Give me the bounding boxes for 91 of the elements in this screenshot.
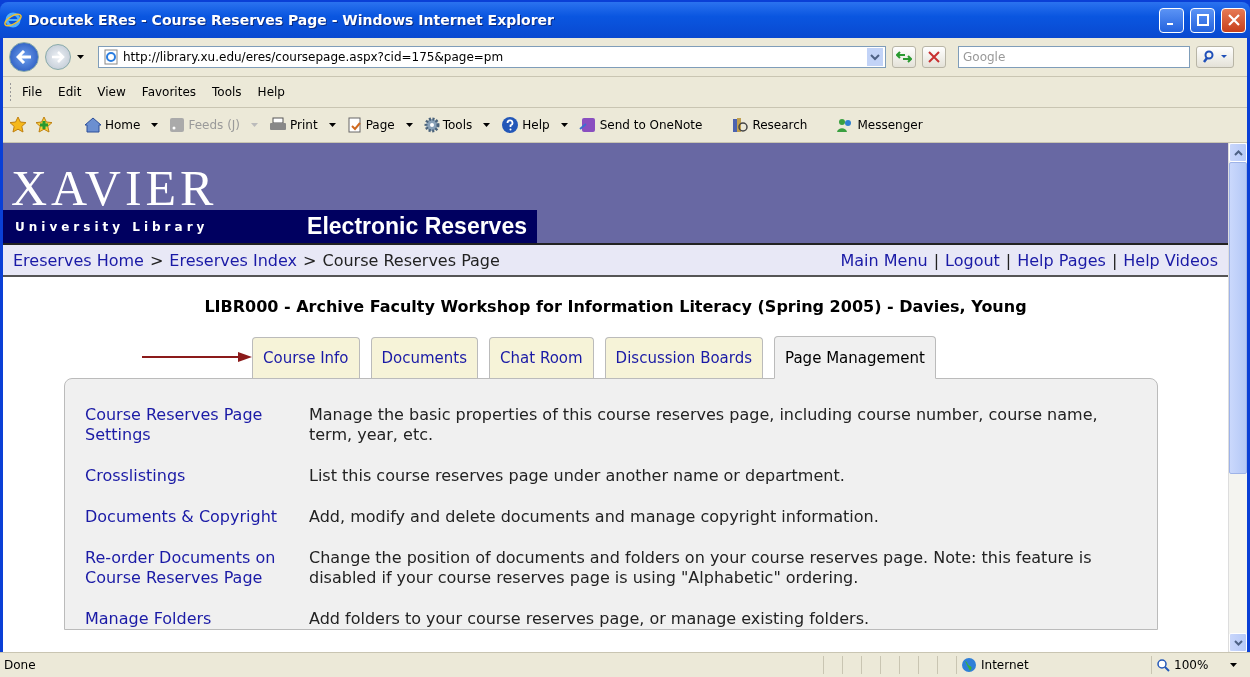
breadcrumb-link[interactable]: Ereserves Home [13,250,144,270]
forward-arrow-icon [51,51,65,63]
close-button[interactable] [1221,7,1246,33]
course-title: LIBR000 - Archive Faculty Workshop for Information Literacy (Spring 2005) - Davies, Young [203,297,1028,316]
option-link[interactable]: Documents & Copyright [85,507,287,527]
back-button[interactable] [9,42,39,72]
link-separator: | [1005,250,1012,270]
printer-icon [269,117,288,133]
breadcrumb-separator: > [303,250,317,270]
option-link[interactable]: Crosslistings [85,466,287,486]
maximize-button[interactable] [1190,7,1215,33]
stop-icon [928,51,940,63]
toolbar-button[interactable]: Help [498,116,553,134]
address-bar[interactable]: http://library.xu.edu/eres/coursepage.aspx?cid=175&page=pm [98,46,886,68]
gear-icon [423,117,440,133]
tab[interactable]: Chat Room [489,337,594,378]
menu-item[interactable]: Edit [52,85,88,99]
toolbar-button[interactable]: Research [728,117,811,133]
menu-item[interactable]: Tools [206,85,248,99]
maximize-icon [1196,14,1209,26]
search-field[interactable]: Google [958,46,1190,68]
nav-link[interactable]: Help Pages [1017,250,1106,270]
feed-icon [169,117,186,133]
browser-logo-icon [4,11,22,29]
link-separator: | [933,250,940,270]
toolbar-button[interactable]: Messenger [833,117,926,133]
breadcrumb-link[interactable]: Ereserves Index [169,250,298,270]
magnifier-icon [1156,658,1170,672]
books-icon [731,117,750,133]
menu-item[interactable]: View [91,85,132,99]
option-description: List this course reserves page under another name or department. [309,466,846,486]
minimize-button[interactable] [1159,7,1184,33]
option-description: Manage the basic properties of this course reserves page, including course number, course name, term, year, etc. [309,405,1099,445]
scroll-up-button[interactable] [1229,143,1247,162]
zoom-control[interactable]: 100% [1151,656,1246,674]
down-caret-icon [1233,639,1243,646]
toolbar-button[interactable]: Print [266,117,321,133]
tab[interactable]: Documents [370,337,479,378]
star-icon[interactable] [9,116,27,134]
option-description: Add, modify and delete documents and manage copyright information. [309,507,880,527]
link-separator: | [1111,250,1118,270]
refresh-arrows-icon [896,50,912,64]
note-icon [578,117,597,133]
globe-icon [961,657,977,673]
library-name: University Library [15,219,209,234]
dropdown-caret-icon [77,55,84,59]
up-caret-icon [1233,149,1243,156]
option-link[interactable]: Re-order Documents on Course Reserves Page [85,548,287,588]
toolbar-button[interactable]: Page [343,117,398,133]
page-icon [346,117,363,133]
toolbar-button[interactable]: Tools [420,117,476,133]
close-icon [1227,14,1240,26]
refresh-button[interactable] [892,46,916,68]
scroll-thumb[interactable] [1229,162,1247,474]
security-zone: Internet [981,658,1029,672]
grip-icon [9,83,12,101]
url-input[interactable]: http://library.xu.edu/eres/coursepage.aspx?cid=175&page=pm [123,50,863,64]
nav-link[interactable]: Main Menu [840,250,928,270]
option-link[interactable]: Manage Folders [85,609,287,629]
option-description: Add folders to your course reserves page, or manage existing folders. [309,609,871,629]
search-button[interactable] [1196,46,1234,68]
scroll-down-button[interactable] [1229,633,1247,652]
toolbar-button[interactable]: Home [81,117,144,133]
tab[interactable]: Page Management [774,336,936,379]
back-arrow-icon [16,50,32,64]
stop-button[interactable] [922,46,946,68]
menu-item[interactable]: Favorites [135,85,203,99]
toolbar-button[interactable]: Send to OneNote [575,117,706,133]
nav-link[interactable]: Logout [945,250,1000,270]
dropdown-caret-icon [1230,663,1238,667]
menu-item[interactable]: File [16,85,49,99]
section-title: Electronic Reserves [307,213,527,240]
current-page-label: Course Reserves Page [322,250,500,270]
search-icon [1201,50,1229,64]
help-icon [501,116,520,134]
logo: XAVIER [10,163,218,213]
nav-link[interactable]: Help Videos [1123,250,1218,270]
dropdown-caret-icon[interactable] [867,48,883,66]
option-description: Change the position of documents and folders on your course reserves page. Note: this feature is disabled if your course reserves page is using "Alphabetic" ordering. [309,548,1093,588]
house-icon [84,117,102,133]
tab[interactable]: Course Info [252,337,360,378]
window-title: Docutek ERes - Course Reserves Page - Windows Internet Explorer [28,12,555,28]
tab[interactable]: Discussion Boards [604,337,764,378]
scrollbar[interactable] [1228,143,1247,652]
page-icon [103,49,119,65]
menu-item[interactable]: Help [251,85,291,99]
status-text: Done [4,658,37,672]
minimize-icon [1167,23,1173,25]
add-favorite-icon[interactable] [35,116,53,134]
breadcrumb-separator: > [149,250,164,270]
option-link[interactable]: Course Reserves Page Settings [85,405,287,445]
